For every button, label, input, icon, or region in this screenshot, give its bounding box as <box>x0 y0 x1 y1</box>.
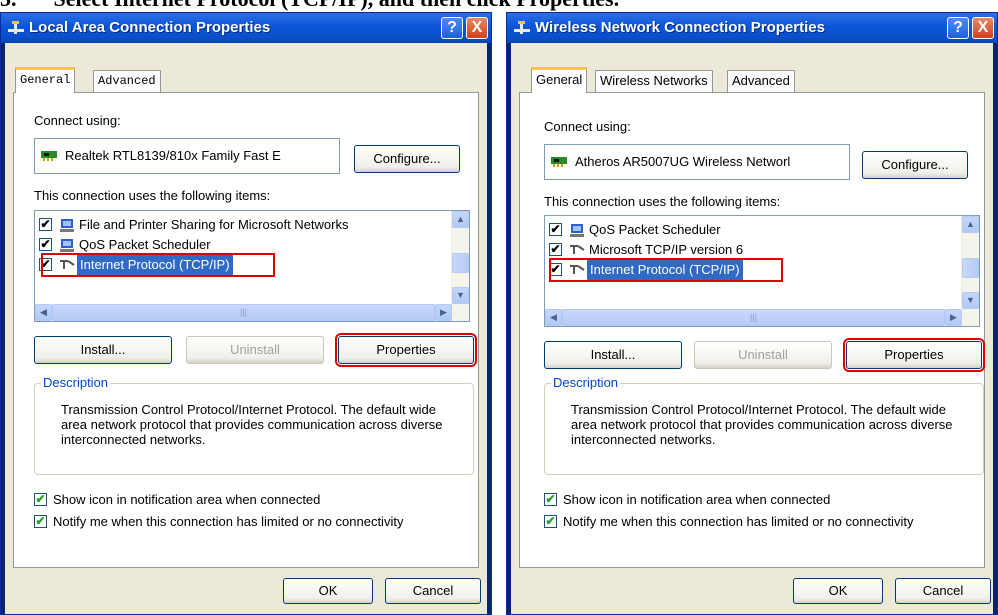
ok-button[interactable]: OK <box>283 578 373 604</box>
dialog-body: General Advanced Connect using: Realtek … <box>5 43 487 614</box>
show-icon-checkbox[interactable]: ✔ <box>544 493 557 506</box>
show-icon-label: Show icon in notification area when conn… <box>563 492 831 507</box>
network-connection-icon <box>8 21 24 34</box>
network-card-icon <box>41 151 57 161</box>
wireless-connection-dialog: Wireless Network Connection Properties ?… <box>506 12 998 615</box>
items-label: This connection uses the following items… <box>34 188 271 203</box>
dialog-title: Local Area Connection Properties <box>29 19 271 36</box>
close-button[interactable]: X <box>972 17 994 39</box>
scroll-left-arrow-icon[interactable]: ◀ <box>545 309 562 326</box>
item-label: Microsoft TCP/IP version 6 <box>589 242 744 257</box>
item-checkbox[interactable]: ✔ <box>39 238 52 251</box>
title-bar[interactable]: Wireless Network Connection Properties ?… <box>507 13 997 43</box>
close-button[interactable]: X <box>466 17 488 39</box>
highlight-box <box>549 258 783 282</box>
item-checkbox[interactable]: ✔ <box>39 218 52 231</box>
description-text: Transmission Control Protocol/Internet P… <box>571 402 953 447</box>
components-list[interactable]: ✔ QoS Packet Scheduler ✔ Microsoft TCP/I… <box>544 215 980 327</box>
qos-scheduler-icon <box>60 239 74 252</box>
dialog-body: General Wireless Networks Advanced Conne… <box>511 43 993 614</box>
adapter-field: Realtek RTL8139/810x Family Fast E <box>34 138 340 174</box>
scroll-thumb-horizontal[interactable]: ||| <box>562 309 945 326</box>
instruction-caption: 3. Select Internet Protocol (TCP/IP), an… <box>0 0 998 10</box>
description-legend: Description <box>551 375 621 390</box>
dialog-title: Wireless Network Connection Properties <box>535 19 825 36</box>
uninstall-button: Uninstall <box>186 336 324 364</box>
scroll-left-arrow-icon[interactable]: ◀ <box>35 304 52 321</box>
file-sharing-icon <box>60 219 74 232</box>
highlight-box <box>41 253 275 277</box>
title-bar[interactable]: Local Area Connection Properties ? X <box>1 13 491 43</box>
properties-button[interactable]: Properties <box>335 333 477 367</box>
scroll-right-arrow-icon[interactable]: ▶ <box>435 304 452 321</box>
notify-label: Notify me when this connection has limit… <box>53 514 404 529</box>
local-area-connection-dialog: Local Area Connection Properties ? X Gen… <box>0 12 492 615</box>
ok-button[interactable]: OK <box>793 578 883 604</box>
vertical-scrollbar[interactable]: ▲ ▼ <box>961 216 979 309</box>
scroll-thumb[interactable] <box>452 253 469 273</box>
step-number: 3. <box>0 0 17 11</box>
item-label: QoS Packet Scheduler <box>79 237 211 252</box>
show-icon-checkbox[interactable]: ✔ <box>34 493 47 506</box>
vertical-scrollbar[interactable]: ▲ ▼ <box>451 211 469 304</box>
network-connection-icon <box>514 21 530 34</box>
qos-scheduler-icon <box>570 224 584 237</box>
scroll-up-arrow-icon[interactable]: ▲ <box>962 216 979 233</box>
tab-general[interactable]: General <box>531 67 588 93</box>
scroll-down-arrow-icon[interactable]: ▼ <box>452 287 469 304</box>
scroll-thumb-horizontal[interactable]: ||| <box>52 304 435 321</box>
scroll-right-arrow-icon[interactable]: ▶ <box>945 309 962 326</box>
connect-using-label: Connect using: <box>544 119 631 134</box>
scroll-down-arrow-icon[interactable]: ▼ <box>962 292 979 309</box>
item-checkbox[interactable]: ✔ <box>549 223 562 236</box>
notify-checkbox[interactable]: ✔ <box>34 515 47 528</box>
configure-button[interactable]: Configure... <box>862 151 968 179</box>
connect-using-label: Connect using: <box>34 113 121 128</box>
description-legend: Description <box>41 375 111 390</box>
adapter-field: Atheros AR5007UG Wireless Networl <box>544 144 850 180</box>
tab-wireless-networks[interactable]: Wireless Networks <box>595 70 713 92</box>
notify-label: Notify me when this connection has limit… <box>563 514 914 529</box>
adapter-name: Realtek RTL8139/810x Family Fast E <box>65 148 281 163</box>
scroll-up-arrow-icon[interactable]: ▲ <box>452 211 469 228</box>
items-label: This connection uses the following items… <box>544 194 781 209</box>
configure-button[interactable]: Configure... <box>354 145 460 173</box>
uninstall-button: Uninstall <box>694 341 832 369</box>
item-checkbox[interactable]: ✔ <box>549 243 562 256</box>
install-button[interactable]: Install... <box>34 336 172 364</box>
network-card-icon <box>551 157 567 167</box>
item-label: File and Printer Sharing for Microsoft N… <box>79 217 349 232</box>
show-icon-label: Show icon in notification area when conn… <box>53 492 321 507</box>
cancel-button[interactable]: Cancel <box>895 578 991 604</box>
description-group: Description Transmission Control Protoco… <box>34 375 474 475</box>
protocol-icon <box>570 245 585 254</box>
components-list[interactable]: ✔ File and Printer Sharing for Microsoft… <box>34 210 470 322</box>
horizontal-scrollbar[interactable]: ◀ ||| ▶ <box>545 309 979 326</box>
item-label: QoS Packet Scheduler <box>589 222 721 237</box>
general-panel: Connect using: Atheros AR5007UG Wireless… <box>519 92 985 568</box>
properties-button[interactable]: Properties <box>843 338 985 372</box>
help-button[interactable]: ? <box>947 17 969 39</box>
tab-advanced[interactable]: Advanced <box>727 70 795 92</box>
help-button[interactable]: ? <box>441 17 463 39</box>
description-group: Description Transmission Control Protoco… <box>544 375 984 475</box>
step-text: Select Internet Protocol (TCP/IP), and t… <box>54 0 620 11</box>
adapter-name: Atheros AR5007UG Wireless Networl <box>575 154 791 169</box>
description-text: Transmission Control Protocol/Internet P… <box>61 402 443 447</box>
tab-advanced[interactable]: Advanced <box>93 70 161 92</box>
tab-general[interactable]: General <box>15 67 76 93</box>
install-button[interactable]: Install... <box>544 341 682 369</box>
horizontal-scrollbar[interactable]: ◀ ||| ▶ <box>35 304 469 321</box>
general-panel: Connect using: Realtek RTL8139/810x Fami… <box>13 92 479 568</box>
scroll-thumb[interactable] <box>962 258 979 278</box>
cancel-button[interactable]: Cancel <box>385 578 481 604</box>
notify-checkbox[interactable]: ✔ <box>544 515 557 528</box>
